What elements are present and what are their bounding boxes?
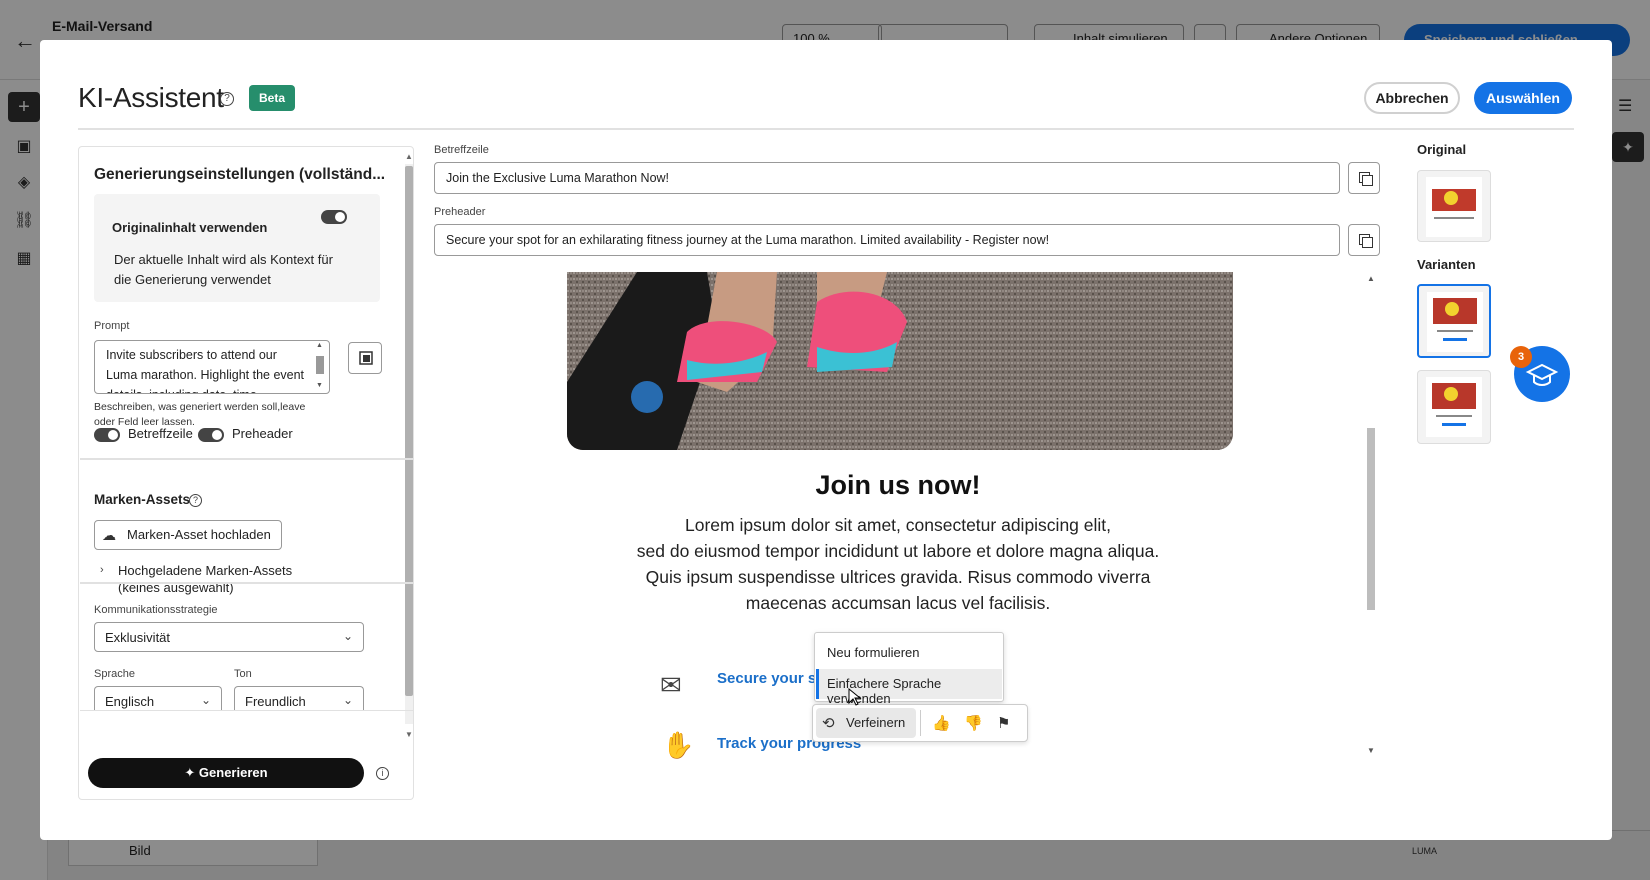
refine-option-rephrase[interactable]: Neu formulieren (827, 645, 920, 660)
email-heading: Join us now! (815, 470, 981, 500)
cloud-upload-icon: ☁ (102, 527, 116, 543)
original-label: Original (1417, 142, 1467, 157)
generate-label: Generieren (198, 765, 268, 780)
chevron-right-icon[interactable]: › (100, 564, 104, 576)
strategy-value: Exklusivität (105, 630, 171, 645)
chevron-down-icon: ⌄ (200, 693, 211, 707)
thumbs-down-icon[interactable]: 👎 (964, 714, 983, 732)
prompt-scrollbar[interactable]: ▲ ▼ (314, 342, 326, 392)
email-body: Lorem ipsum dolor sit amet, consectetur … (624, 512, 1172, 616)
subject-toggle[interactable] (94, 428, 120, 442)
preview-scrollbar[interactable]: ▲ ▼ (1364, 272, 1378, 760)
variant-thumbnail-1[interactable] (1417, 284, 1491, 358)
preheader-toggle[interactable] (198, 428, 224, 442)
beta-badge: Beta (249, 85, 296, 111)
variant-thumbnail-2[interactable] (1417, 370, 1491, 444)
envelope-icon: ✉ (660, 670, 682, 700)
copy-icon[interactable] (1348, 162, 1380, 194)
subject-field[interactable]: Join the Exclusive Luma Marathon Now! (434, 162, 1340, 194)
info-icon[interactable]: i (376, 767, 389, 780)
tone-select[interactable]: Freundlich ⌄ (234, 686, 364, 710)
original-content-label: Originalinhalt verwenden (112, 220, 268, 235)
tone-value: Freundlich (245, 694, 306, 709)
section-divider (80, 582, 414, 584)
prompt-library-icon (359, 351, 373, 365)
email-body-line: maecenas accumsan lacus vel facilisis. (745, 593, 1051, 613)
chevron-down-icon: ⌄ (342, 629, 353, 643)
select-button[interactable]: Auswählen (1474, 82, 1572, 114)
preheader-toggle-label: Preheader (232, 426, 293, 441)
original-thumbnail[interactable] (1417, 170, 1491, 242)
thumbs-up-icon[interactable]: 👍 (932, 714, 951, 732)
refine-menu: Neu formulieren Einfachere Sprache verwe… (814, 632, 1004, 706)
email-body-line: Quis ipsum suspendisse ultrices gravida.… (645, 567, 1151, 587)
thumbnail-preview (1426, 177, 1482, 237)
refine-icon: ⟲ (822, 715, 835, 732)
uploaded-brand-assets-title: Hochgeladene Marken-Assets (118, 563, 293, 578)
cancel-button[interactable]: Abbrechen (1364, 82, 1460, 114)
flag-icon[interactable]: ⚑ (997, 714, 1010, 732)
section-divider (80, 458, 414, 460)
preheader-label: Preheader (434, 206, 486, 218)
preheader-field[interactable]: Secure your spot for an exhilarating fit… (434, 224, 1340, 256)
brand-assets-heading: Marken-Assets (94, 492, 191, 507)
feature-link-secure[interactable]: Secure your s (717, 670, 816, 687)
variants-label: Varianten (1417, 257, 1476, 272)
original-content-toggle[interactable] (321, 210, 347, 224)
toolbar-divider (920, 710, 921, 736)
prompt-input[interactable]: Invite subscribers to attend our Luma ma… (94, 340, 330, 394)
tone-label: Ton (234, 668, 252, 680)
hero-image (567, 272, 1233, 450)
brand-assets-help-icon[interactable]: ? (189, 494, 202, 507)
original-content-description: Der aktuelle Inhalt wird als Kontext für… (114, 252, 333, 287)
subject-label: Betreffzeile (434, 144, 489, 156)
notification-count-badge: 3 (1510, 346, 1532, 368)
prompt-label: Prompt (94, 320, 130, 332)
email-body-line: sed do eiusmod tempor incididunt ut labo… (636, 541, 1160, 561)
subject-toggle-label: Betreffzeile (128, 426, 193, 441)
phone-icon: ✋ (662, 730, 695, 760)
generate-button[interactable]: ✦ Generieren (88, 758, 364, 788)
copy-icon[interactable] (1348, 224, 1380, 256)
language-select[interactable]: Englisch ⌄ (94, 686, 222, 710)
section-divider (80, 710, 414, 711)
settings-scrollbar[interactable]: ▲ ▼ (402, 152, 416, 739)
language-label: Sprache (94, 668, 135, 680)
settings-heading: Generierungseinstellungen (vollständ... (94, 166, 386, 183)
chevron-down-icon: ⌄ (342, 693, 353, 707)
strategy-label: Kommunikationsstrategie (94, 604, 218, 616)
help-icon[interactable]: ? (220, 92, 234, 106)
strategy-select[interactable]: Exklusivität ⌄ (94, 622, 364, 652)
thumbnail-preview (1427, 292, 1483, 352)
generate-sparkle-icon: ✦ (184, 765, 199, 780)
uploaded-brand-assets[interactable]: Hochgeladene Marken-Assets (keines ausge… (118, 562, 292, 596)
language-value: Englisch (105, 694, 155, 709)
thumbnail-preview (1426, 377, 1482, 437)
mouse-cursor-icon (848, 688, 862, 706)
email-body-line: Lorem ipsum dolor sit amet, consectetur … (684, 515, 1112, 535)
header-divider (78, 128, 1574, 130)
prompt-library-button[interactable] (348, 342, 382, 374)
modal-title: KI-Assistent (78, 82, 224, 113)
upload-brand-asset-button[interactable]: Marken-Asset hochladen (94, 520, 282, 550)
